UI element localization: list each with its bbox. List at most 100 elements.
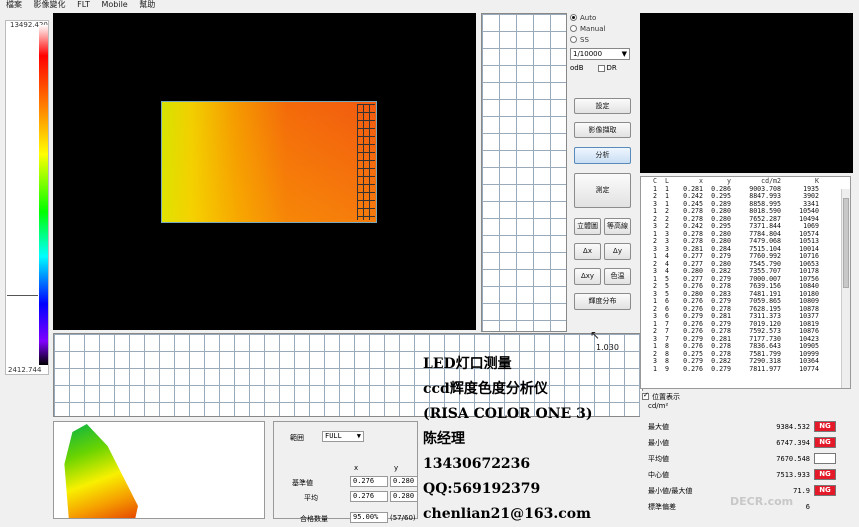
scrollbar-thumb[interactable]: [843, 198, 849, 288]
stats-label: 最小値/最大値: [648, 487, 693, 495]
scale-threshold-line[interactable]: [7, 295, 38, 296]
overlay-line: 13430672236: [423, 456, 531, 472]
cie-gamut: [64, 424, 138, 518]
vertical-profile-graph: [481, 13, 567, 332]
radio-label: SS: [580, 35, 589, 44]
delta-y-button[interactable]: Δy: [604, 243, 631, 260]
menu-image[interactable]: 影像變化: [34, 0, 66, 9]
color-temp-button[interactable]: 色温: [604, 268, 631, 285]
stats-value: 9384.532: [776, 423, 810, 431]
value-readout: 1.030: [596, 343, 619, 352]
measurement-grid: [357, 104, 375, 220]
stats-value: 7670.548: [776, 455, 810, 463]
stats-label: 標準偏差: [648, 503, 676, 511]
dr-label: DR: [606, 64, 617, 72]
stats-label: 中心値: [648, 471, 669, 479]
mouse-pointer-icon: ↖: [590, 328, 601, 342]
table-cell: 0.279: [711, 364, 731, 373]
position-display-label: 位置表示: [652, 392, 680, 401]
table-cell: 1: [653, 364, 657, 373]
position-display-toggle[interactable]: 位置表示: [640, 391, 851, 402]
table-row[interactable]: 1 9 0.276 0.279 7811.977 10774: [641, 364, 850, 374]
range-mode: FULL: [325, 432, 342, 440]
stats-value: 7513.933: [776, 471, 810, 479]
chevron-down-icon: ▼: [621, 50, 627, 58]
table-cell: 9: [665, 364, 669, 373]
dr-checkbox[interactable]: [597, 64, 605, 72]
overlay-line: ccd辉度色度分析仪: [423, 381, 548, 397]
stats-unit: cd/m²: [648, 402, 669, 410]
radio-ss[interactable]: SS: [570, 34, 636, 45]
stats-value: 6747.394: [776, 439, 810, 447]
col-y-label: y: [394, 464, 399, 472]
col-x-label: x: [354, 464, 359, 472]
radio-manual[interactable]: Manual: [570, 23, 636, 34]
measure-button[interactable]: 測定: [574, 173, 631, 208]
average-y-field: 0.280: [390, 491, 418, 502]
exposure-value: 1/10000: [573, 50, 603, 58]
solid-view-button[interactable]: 立體圖: [574, 218, 601, 235]
average-label: 平均: [304, 494, 318, 502]
radio-dot: [570, 25, 577, 32]
table-cell: 0.276: [683, 364, 703, 373]
settings-button[interactable]: 設定: [574, 98, 631, 114]
overlay-line: chenlian21@163.com: [423, 506, 591, 522]
menu-flt[interactable]: FLT: [77, 0, 90, 9]
radio-dot: [570, 14, 577, 21]
range-panel: 範囲 FULL ▼ x y 基準値 0.276 0.280 平均 0.276 0…: [273, 421, 418, 523]
table-body: C L x y cd/m2 K 1 1 0.281 0.286 9003.708 1935…: [641, 177, 850, 373]
range-label: 範囲: [290, 434, 304, 442]
contour-button[interactable]: 等高線: [604, 218, 631, 235]
luminance-color-scale: 13492.420 2412.744: [5, 20, 49, 375]
chromaticity-diagram: [53, 421, 265, 519]
stats-label: 最大値: [648, 423, 669, 431]
scale-gradient: [39, 25, 48, 365]
odb-row: odB DR: [570, 64, 636, 72]
standard-label: 基準値: [292, 479, 313, 487]
range-select[interactable]: FULL ▼: [322, 431, 364, 442]
exposure-controls: Auto Manual SS 1/10000 ▼ odB DR: [570, 12, 636, 82]
standard-x-field[interactable]: 0.276: [350, 476, 388, 487]
standard-y-field[interactable]: 0.280: [390, 476, 418, 487]
position-display-checkbox[interactable]: [642, 391, 649, 400]
stats-row: 中心値 7513.933: [648, 469, 848, 481]
menu-mobile[interactable]: Mobile: [101, 0, 127, 9]
analyze-button[interactable]: 分析: [574, 147, 631, 164]
stats-label: 平均値: [648, 455, 669, 463]
delta-xy-button[interactable]: Δxy: [574, 268, 601, 285]
image-capture-button[interactable]: 影像擷取: [574, 122, 631, 138]
stats-row: 最大値 9384.532: [648, 421, 848, 433]
scale-min-value: 2412.744: [8, 366, 42, 374]
stats-row: 平均値 7670.548: [648, 453, 848, 465]
overlay-line: 陈经理: [423, 431, 465, 447]
watermark: DECR.com: [730, 495, 794, 508]
luminance-heatmap[interactable]: [161, 101, 377, 223]
overlay-line: LED灯口测量: [423, 356, 512, 372]
stats-row: 最小値 6747.394: [648, 437, 848, 449]
image-view[interactable]: [53, 13, 476, 330]
menu-file[interactable]: 檔案: [6, 0, 22, 9]
table-scrollbar[interactable]: [841, 189, 850, 388]
pass-count-label: 合格数量: [300, 515, 328, 523]
measurement-table[interactable]: C L x y cd/m2 K 1 1 0.281 0.286 9003.708 1935…: [640, 176, 851, 389]
average-x-field: 0.276: [350, 491, 388, 502]
contact-overlay: LED灯口测量 ccd辉度色度分析仪 (RISA COLOR ONE 3) 陈经…: [423, 352, 592, 527]
odb-label: odB: [570, 64, 584, 72]
menu-help[interactable]: 幫助: [139, 0, 155, 9]
table-cell: 10774: [799, 364, 819, 373]
stats-label: 最小値: [648, 439, 669, 447]
overlay-line: (RISA COLOR ONE 3): [423, 406, 593, 422]
table-cell: 7811.977: [749, 364, 781, 373]
luminance-distribution-button[interactable]: 輝度分布: [574, 293, 631, 310]
pass-ratio-field: 95.00%: [350, 512, 388, 523]
radio-auto[interactable]: Auto: [570, 12, 636, 23]
menu-bar: 檔案 影像變化 FLT Mobile 幫助: [0, 0, 859, 10]
radio-dot: [570, 36, 577, 43]
pass-count: (57/60): [390, 514, 416, 522]
radio-label: Auto: [580, 13, 597, 22]
preview-panel: [640, 13, 853, 173]
exposure-select[interactable]: 1/10000 ▼: [570, 48, 630, 60]
chevron-down-icon: ▼: [356, 432, 361, 440]
stats-value: 71.9: [793, 487, 810, 495]
delta-x-button[interactable]: Δx: [574, 243, 601, 260]
